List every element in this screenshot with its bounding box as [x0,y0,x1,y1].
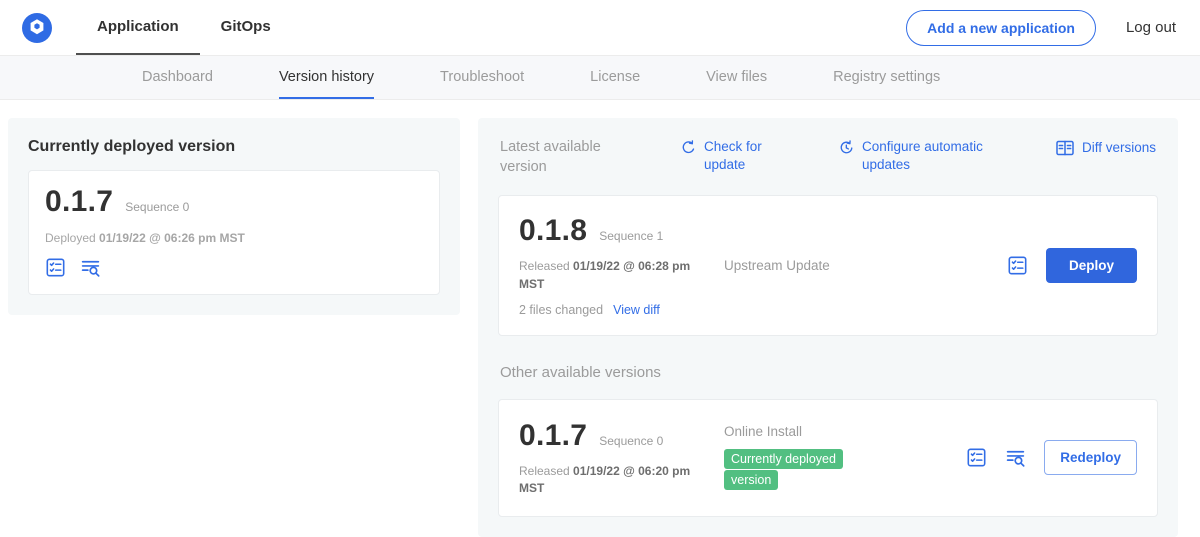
subnav-item-troubleshoot[interactable]: Troubleshoot [440,56,524,99]
top-header: Application GitOps Add a new application… [0,0,1200,56]
diff-versions-label: Diff versions [1082,139,1156,157]
header-spacer [292,0,906,55]
deployed-version-number: 0.1.7 [45,185,113,219]
release-notes-icon[interactable] [1005,447,1026,468]
view-diff-link[interactable]: View diff [613,303,660,317]
released-label: Released [519,259,570,273]
refresh-icon [680,139,697,156]
subnav-item-registry-settings[interactable]: Registry settings [833,56,940,99]
other-released-timestamp: Released 01/19/22 @ 06:20 pm MST [519,463,699,498]
latest-version-number: 0.1.8 [519,214,587,248]
subnav-item-dashboard[interactable]: Dashboard [142,56,213,99]
diff-versions-button[interactable]: Diff versions [1055,138,1156,158]
app-logo[interactable] [22,0,52,55]
app-subnav: Dashboard Version history Troubleshoot L… [0,56,1200,100]
app-logo-icon [22,13,52,43]
auto-update-clock-icon [838,139,855,156]
redeploy-button[interactable]: Redeploy [1044,440,1137,475]
other-version-source: Online Install [724,424,956,439]
currently-deployed-badge: Currently deployed version [724,449,843,491]
deployed-timestamp: Deployed 01/19/22 @ 06:26 pm MST [45,231,423,245]
other-sequence-label: Sequence 0 [599,434,663,448]
check-for-update-label: Check for update [704,138,772,173]
deployed-label: Deployed [45,231,96,245]
check-for-update-button[interactable]: Check for update [680,138,772,173]
latest-available-title: Latest available version [500,138,632,177]
latest-version-source: Upstream Update [724,258,997,273]
deployed-sequence-label: Sequence 0 [125,200,189,214]
version-history-panel: Latest available version Check for updat… [478,118,1178,537]
release-notes-icon[interactable] [80,257,101,278]
diff-versions-icon [1055,138,1075,158]
currently-deployed-panel: Currently deployed version 0.1.7 Sequenc… [8,118,460,315]
subnav-item-version-history[interactable]: Version history [279,56,374,99]
preflight-checks-icon[interactable] [1007,255,1028,276]
logout-link[interactable]: Log out [1126,0,1176,55]
currently-deployed-title: Currently deployed version [28,138,440,156]
latest-sequence-label: Sequence 1 [599,229,663,243]
latest-version-card: 0.1.8 Sequence 1 Released 01/19/22 @ 06:… [498,195,1158,336]
other-version-card: 0.1.7 Sequence 0 Released 01/19/22 @ 06:… [498,399,1158,517]
tab-application[interactable]: Application [76,0,200,55]
deployed-date: 01/19/22 @ 06:26 pm MST [99,231,245,245]
tab-gitops[interactable]: GitOps [200,0,292,55]
other-available-versions-title: Other available versions [498,364,1158,381]
subnav-item-license[interactable]: License [590,56,640,99]
add-new-application-button[interactable]: Add a new application [906,10,1096,46]
preflight-checks-icon[interactable] [966,447,987,468]
files-changed-label: 2 files changed [519,303,603,317]
latest-released-timestamp: Released 01/19/22 @ 06:28 pm MST [519,258,699,293]
deployed-version-card: 0.1.7 Sequence 0 Deployed 01/19/22 @ 06:… [28,170,440,295]
preflight-checks-icon[interactable] [45,257,66,278]
other-version-number: 0.1.7 [519,419,587,453]
subnav-item-view-files[interactable]: View files [706,56,767,99]
deploy-button[interactable]: Deploy [1046,248,1137,283]
configure-automatic-updates-button[interactable]: Configure automatic updates [838,138,1006,173]
main-content: Currently deployed version 0.1.7 Sequenc… [0,100,1200,537]
configure-automatic-updates-label: Configure automatic updates [862,138,1006,173]
released-label: Released [519,464,570,478]
